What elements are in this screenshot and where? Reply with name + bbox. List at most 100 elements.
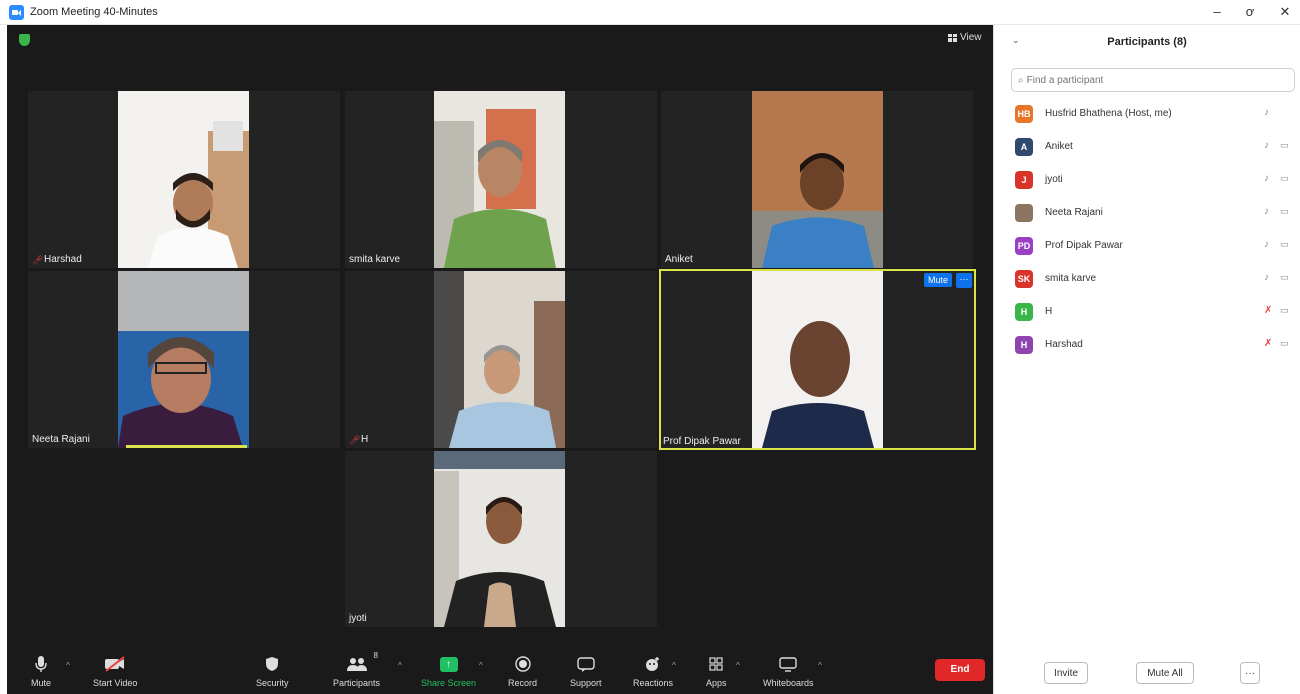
zoom-app-icon xyxy=(9,4,24,20)
reactions-icon xyxy=(644,653,662,675)
mic-muted-icon[interactable]: ✗ xyxy=(1264,338,1272,349)
reactions-options-caret[interactable]: ^ xyxy=(672,661,676,670)
participants-button[interactable]: 8 Participants xyxy=(333,651,380,688)
whiteboards-options-caret[interactable]: ^ xyxy=(818,661,822,670)
whiteboards-button[interactable]: Whiteboards xyxy=(763,653,814,688)
close-button[interactable]: ✕ xyxy=(1274,2,1296,22)
participant-name: Husfrid Bhathena (Host, me) xyxy=(1045,108,1172,119)
participant-row[interactable]: H H ✗ ▭ xyxy=(994,295,1300,328)
share-screen-icon: ↑ xyxy=(439,653,458,675)
grid-view-icon xyxy=(948,33,957,42)
participant-name-tag: Prof Dipak Pawar xyxy=(663,436,741,447)
view-button[interactable]: View xyxy=(948,32,982,43)
end-meeting-button[interactable]: End xyxy=(935,659,985,681)
mute-options-caret[interactable]: ^ xyxy=(66,661,70,670)
speaking-indicator xyxy=(126,445,247,448)
support-icon xyxy=(577,653,595,675)
whiteboard-icon xyxy=(779,653,797,675)
microphone-icon[interactable]: ♪ xyxy=(1264,239,1269,250)
participant-video xyxy=(118,271,249,448)
participant-row[interactable]: SK smita karve ♪ ▭ xyxy=(994,262,1300,295)
video-tile-prof-dipak-pawar[interactable]: Mute ··· Prof Dipak Pawar xyxy=(659,269,976,450)
participant-name: Prof Dipak Pawar xyxy=(1045,240,1123,251)
avatar: SK xyxy=(1015,269,1033,288)
microphone-icon[interactable]: ♪ xyxy=(1264,206,1269,217)
video-off-icon[interactable]: ▭ xyxy=(1280,239,1289,250)
start-video-button[interactable]: Start Video xyxy=(93,653,137,688)
participant-name-tag: Neeta Rajani xyxy=(32,434,90,445)
security-button[interactable]: Security xyxy=(256,653,289,688)
video-tile-smita-karve[interactable]: smita karve xyxy=(345,91,657,268)
participant-search[interactable]: ⌕ xyxy=(1011,68,1295,92)
participant-row[interactable]: PD Prof Dipak Pawar ♪ ▭ xyxy=(994,229,1300,262)
video-tile-jyoti[interactable]: jyoti xyxy=(345,451,657,627)
video-tile-harshad[interactable]: 🎤︎ Harshad xyxy=(28,91,340,268)
mic-muted-icon[interactable]: ✗ xyxy=(1264,305,1272,316)
minimize-button[interactable]: – xyxy=(1206,2,1228,22)
shield-icon xyxy=(265,653,279,675)
participant-video xyxy=(434,271,565,448)
avatar: PD xyxy=(1015,236,1033,255)
view-label: View xyxy=(960,32,982,43)
video-off-icon[interactable]: ▭ xyxy=(1280,140,1289,151)
video-off-icon xyxy=(104,653,126,675)
record-button[interactable]: Record xyxy=(508,653,537,688)
participant-row[interactable]: Jjyoti ♪ ▭ xyxy=(994,163,1300,196)
avatar: HB xyxy=(1015,104,1033,123)
participant-name: jyoti xyxy=(1045,174,1063,185)
apps-button[interactable]: Apps xyxy=(706,653,727,688)
avatar: H xyxy=(1015,335,1033,354)
participant-row[interactable]: H Harshad ✗ ▭ xyxy=(994,328,1300,361)
participants-count: 8 xyxy=(373,651,378,660)
reactions-button[interactable]: Reactions xyxy=(633,653,673,688)
mute-participant-button[interactable]: Mute xyxy=(923,273,952,287)
video-tile-neeta-rajani[interactable]: Neeta Rajani xyxy=(28,271,340,448)
mute-button[interactable]: Mute xyxy=(31,653,51,688)
participants-panel: ⌄ Participants (8) ⌕ HB Husfrid Bhathena … xyxy=(993,25,1300,694)
more-options-button[interactable]: ··· xyxy=(956,273,972,288)
encryption-shield-icon[interactable] xyxy=(19,34,30,46)
avatar: J xyxy=(1015,170,1033,189)
video-tile-aniket[interactable]: Aniket xyxy=(661,91,973,268)
participant-name-tag: Aniket xyxy=(665,254,693,265)
apps-options-caret[interactable]: ^ xyxy=(736,661,740,670)
mic-muted-icon: 🎤︎ xyxy=(349,434,361,445)
meeting-stage: View 🎤︎ Harshad smita karve Aniket Neeta… xyxy=(7,25,993,694)
video-off-icon[interactable]: ▭ xyxy=(1280,173,1289,184)
panel-title: Participants (8) xyxy=(1107,36,1187,48)
mute-all-button[interactable]: Mute All xyxy=(1136,662,1194,684)
video-off-icon[interactable]: ▭ xyxy=(1280,338,1289,349)
microphone-icon[interactable]: ♪ xyxy=(1264,140,1269,151)
support-button[interactable]: Support xyxy=(570,653,602,688)
mic-muted-icon: 🎤︎ xyxy=(32,254,44,265)
microphone-icon[interactable]: ♪ xyxy=(1264,173,1269,184)
share-screen-button[interactable]: ↑ Share Screen xyxy=(421,653,476,688)
participant-video xyxy=(434,451,565,627)
video-off-icon[interactable]: ▭ xyxy=(1280,206,1289,217)
meeting-toolbar: Mute ^ Start Video Security 8 Participan… xyxy=(7,647,993,694)
title-bar: Zoom Meeting 40-Minutes – ơ ✕ xyxy=(0,0,1300,25)
search-input[interactable] xyxy=(1026,74,1277,86)
video-off-icon[interactable]: ▭ xyxy=(1280,272,1289,283)
participant-name: H xyxy=(1045,306,1053,317)
collapse-panel-icon[interactable]: ⌄ xyxy=(1012,35,1020,46)
video-tile-h[interactable]: 🎤︎ H xyxy=(345,271,657,448)
microphone-icon[interactable]: ♪ xyxy=(1264,107,1269,118)
participant-row[interactable]: HB Husfrid Bhathena (Host, me) ♪ xyxy=(994,97,1300,130)
participants-options-caret[interactable]: ^ xyxy=(398,661,402,670)
avatar xyxy=(1015,203,1033,222)
panel-footer: Invite Mute All ··· xyxy=(994,656,1300,694)
invite-button[interactable]: Invite xyxy=(1044,662,1088,684)
video-off-icon[interactable]: ▭ xyxy=(1280,305,1289,316)
restore-button[interactable]: ơ xyxy=(1239,2,1261,22)
participant-name: Aniket xyxy=(1045,141,1073,152)
share-options-caret[interactable]: ^ xyxy=(479,661,483,670)
participant-name-tag: smita karve xyxy=(349,254,401,265)
participant-video xyxy=(752,91,883,268)
microphone-icon[interactable]: ♪ xyxy=(1264,272,1269,283)
participant-row[interactable]: A Aniket ♪ ▭ xyxy=(994,130,1300,163)
participant-name: Harshad xyxy=(1045,339,1083,350)
more-options-button[interactable]: ··· xyxy=(1240,662,1260,684)
participant-list: HB Husfrid Bhathena (Host, me) ♪ A Aniket ♪ ▭ J… xyxy=(994,97,1300,361)
participant-row[interactable]: Neeta Rajani ♪ ▭ xyxy=(994,196,1300,229)
